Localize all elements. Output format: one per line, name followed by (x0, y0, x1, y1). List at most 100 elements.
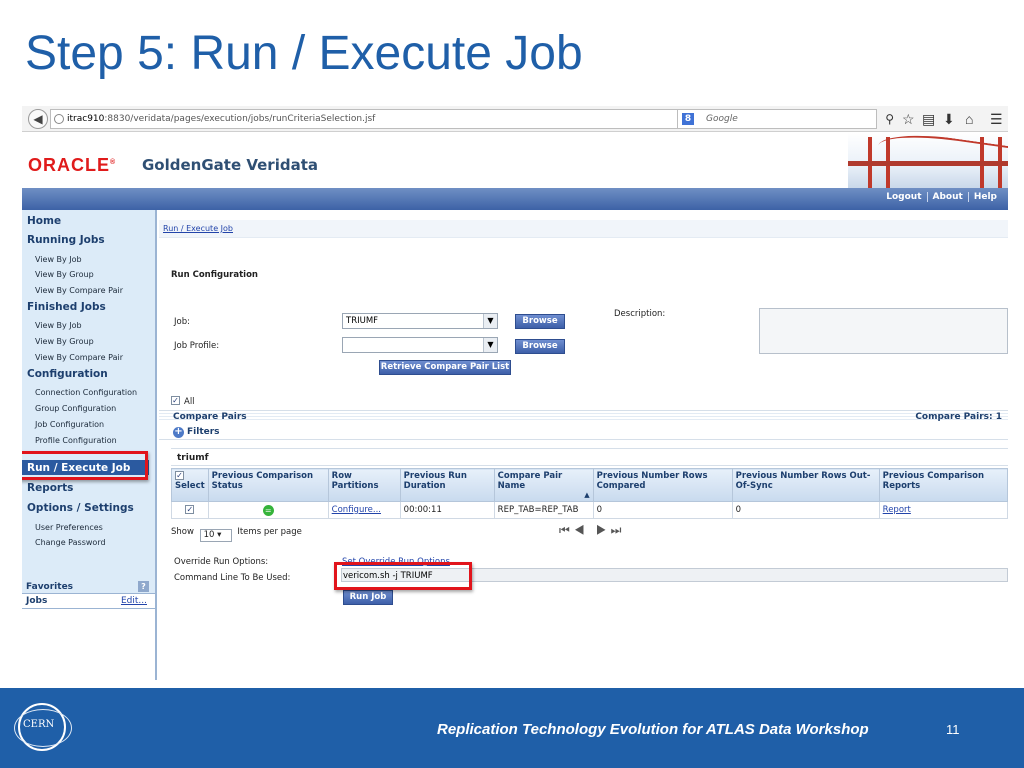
configure-link[interactable]: Configure... (332, 505, 381, 515)
next-page-icon[interactable]: ▶ (596, 523, 611, 537)
sidebar-heading-finished-jobs[interactable]: Finished Jobs (22, 301, 106, 313)
about-link[interactable]: About (926, 192, 968, 202)
browser-toolbar: ◀ itrac910:8830/veridata/pages/execution… (22, 106, 1008, 132)
run-job-button[interactable]: Run Job (343, 590, 393, 605)
breadcrumb[interactable]: Run / Execute Job (159, 220, 1008, 238)
highlight-command-line (334, 562, 472, 590)
col-run-duration[interactable]: Previous Run Duration (399, 468, 495, 502)
filters-toggle[interactable]: + Filters (159, 424, 1008, 440)
sidebar-heading-configuration[interactable]: Configuration (22, 368, 108, 380)
menu-icon[interactable]: ☰ (990, 110, 1003, 128)
star-icon[interactable]: ☆ (902, 110, 915, 128)
sidebar-item-finished-by-group[interactable]: View By Group (22, 337, 94, 346)
slide-footer: CERN Replication Technology Evolution fo… (0, 688, 1024, 768)
sidebar-item-profile-config[interactable]: Profile Configuration (22, 436, 117, 445)
col-rows-compared[interactable]: Previous Number Rows Compared (592, 468, 733, 502)
cern-logo-text: CERN (23, 719, 55, 730)
sidebar-item-group-config[interactable]: Group Configuration (22, 404, 116, 413)
browse-job-button[interactable]: Browse (515, 314, 565, 329)
chevron-down-icon: ▼ (483, 338, 497, 352)
status-ok-icon: = (262, 504, 274, 516)
col-rows-out-of-sync[interactable]: Previous Number Rows Out-Of-Sync (731, 468, 880, 502)
first-page-icon[interactable]: ⏮ (559, 523, 574, 537)
col-prev-status[interactable]: Previous Comparison Status (207, 468, 329, 502)
logout-link[interactable]: Logout (881, 192, 926, 202)
compare-pairs-header: Compare Pairs Compare Pairs: 1 (159, 410, 1008, 422)
sidebar-item-change-password[interactable]: Change Password (22, 538, 106, 547)
highlight-sidebar-run (22, 451, 148, 480)
address-bar[interactable]: itrac910:8830/veridata/pages/execution/j… (50, 109, 703, 129)
row-pair-name: REP_TAB=REP_TAB (493, 501, 594, 519)
sidebar-heading-running-jobs[interactable]: Running Jobs (22, 234, 105, 246)
description-label: Description: (614, 309, 666, 319)
search-placeholder: Google (706, 114, 738, 124)
top-links: Logout About Help (881, 192, 1002, 202)
retrieve-compare-pair-button[interactable]: Retrieve Compare Pair List (379, 360, 511, 375)
nav-bar: Logout About Help (22, 188, 1008, 210)
select-all-checkbox[interactable]: ✓ (175, 471, 184, 480)
main-content: Run / Execute Job Run Configuration Job:… (159, 210, 1008, 680)
row-report-cell: Report (878, 501, 1008, 519)
favorites-edit-link[interactable]: Edit... (121, 596, 147, 606)
description-field[interactable] (759, 308, 1008, 354)
job-select[interactable]: TRIUMF ▼ (342, 313, 498, 329)
sidebar-heading-options[interactable]: Options / Settings (22, 502, 134, 514)
group-name: triumf (171, 448, 1008, 466)
table-row: ✓ = Configure... 00:00:11 REP_TAB=REP_TA… (171, 501, 1008, 519)
compare-pairs-count: Compare Pairs: 1 (915, 412, 1002, 422)
row-rows-out-of-sync: 0 (731, 501, 880, 519)
row-partitions-cell: Configure... (327, 501, 401, 519)
search-input[interactable]: 8 Google ⚲ (677, 109, 894, 129)
report-link[interactable]: Report (883, 505, 911, 515)
col-compare-pair-name-label: Compare Pair Name (497, 471, 563, 491)
job-profile-label: Job Profile: (174, 341, 220, 351)
col-compare-pair-name[interactable]: Compare Pair Name ▲ (493, 468, 594, 502)
bridge-banner-image (848, 133, 1008, 188)
help-link[interactable]: Help (967, 192, 1002, 202)
sidebar-item-finished-by-job[interactable]: View By Job (22, 321, 82, 330)
sidebar-item-running-by-group[interactable]: View By Group (22, 270, 94, 279)
cern-logo: CERN (14, 703, 72, 751)
download-icon[interactable]: ⬇ (943, 110, 955, 128)
col-comparison-reports[interactable]: Previous Comparison Reports (878, 468, 1008, 502)
prev-page-icon[interactable]: ◀ (574, 523, 589, 537)
sidebar-item-job-config[interactable]: Job Configuration (22, 420, 104, 429)
clipboard-icon[interactable]: ▤ (922, 110, 935, 128)
compare-pairs-table: ✓ Select Previous Comparison Status Row P… (171, 468, 1008, 519)
sidebar-item-home[interactable]: Home (22, 215, 61, 227)
sort-up-icon[interactable]: ▲ (584, 491, 589, 499)
row-rows-compared: 0 (592, 501, 733, 519)
show-label: Show (171, 527, 194, 537)
url-host: itrac910 (67, 114, 105, 124)
back-button[interactable]: ◀ (28, 109, 48, 129)
favorites-jobs-row: Jobs Edit... (22, 596, 155, 609)
chevron-down-icon: ▼ (483, 314, 497, 328)
job-profile-select[interactable]: ▼ (342, 337, 498, 353)
sidebar-item-user-preferences[interactable]: User Preferences (22, 523, 103, 532)
sidebar-item-running-by-pair[interactable]: View By Compare Pair (22, 286, 123, 295)
sidebar-item-connection-config[interactable]: Connection Configuration (22, 388, 137, 397)
help-icon[interactable]: ? (138, 581, 149, 592)
browse-profile-button[interactable]: Browse (515, 339, 565, 354)
run-config-heading: Run Configuration (171, 270, 258, 280)
row-checkbox[interactable]: ✓ (185, 505, 195, 514)
search-icon[interactable]: ⚲ (885, 110, 894, 128)
row-select-cell: ✓ (171, 501, 209, 519)
oracle-logo: ORACLE® (28, 155, 116, 176)
favorites-title: Favorites (26, 582, 74, 592)
page-number: 11 (946, 722, 960, 737)
all-checkbox[interactable]: ✓ (171, 396, 180, 405)
sidebar-item-finished-by-pair[interactable]: View By Compare Pair (22, 353, 123, 362)
compare-pairs-title: Compare Pairs (173, 412, 247, 422)
items-per-page-label: Items per page (237, 527, 302, 537)
page-size-select[interactable]: 10 ▾ (199, 529, 232, 542)
col-select-label: Select (175, 481, 205, 491)
col-row-partitions[interactable]: Row Partitions (327, 468, 401, 502)
sidebar-item-running-by-job[interactable]: View By Job (22, 255, 82, 264)
oracle-mark: ® (110, 159, 117, 166)
home-icon[interactable]: ⌂ (965, 110, 973, 128)
last-page-icon[interactable]: ⏭ (611, 523, 626, 537)
col-select[interactable]: ✓ Select (171, 468, 209, 502)
sidebar-item-reports[interactable]: Reports (22, 482, 73, 494)
app-header: ORACLE® GoldenGate Veridata (22, 133, 1008, 188)
